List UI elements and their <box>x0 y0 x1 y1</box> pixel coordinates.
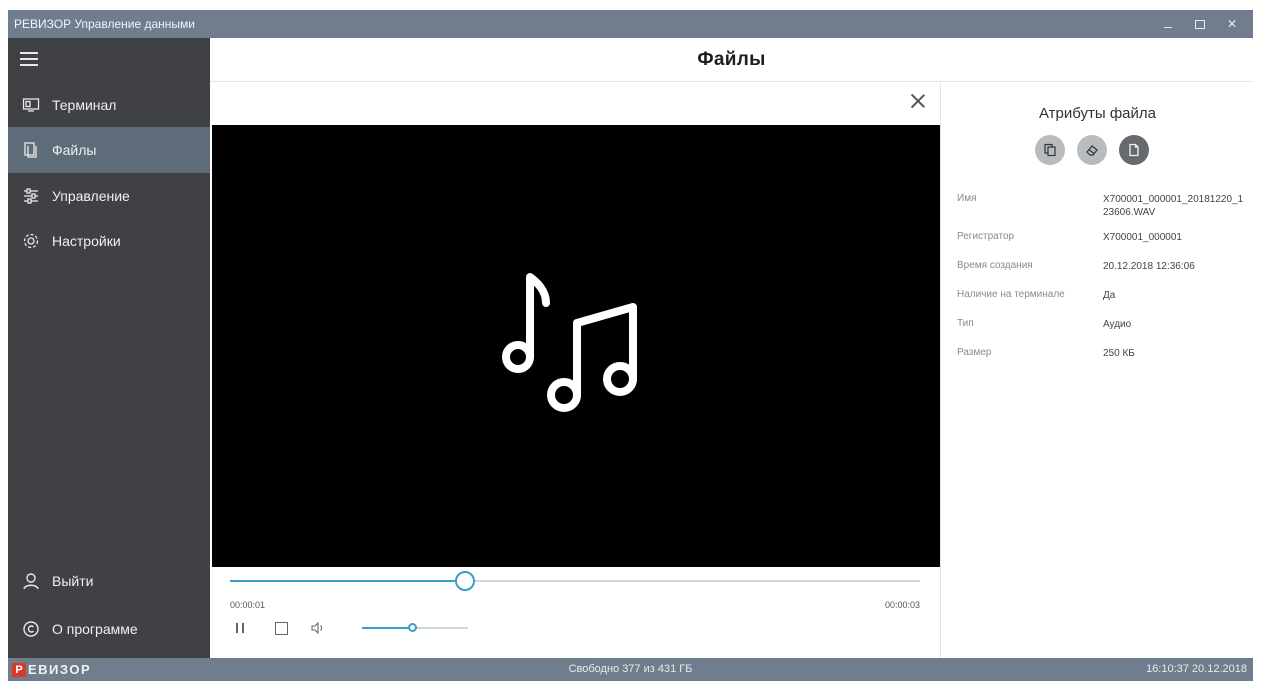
pause-icon[interactable] <box>234 619 246 637</box>
close-window-icon[interactable]: ✕ <box>1225 17 1239 31</box>
seek-progress <box>230 580 465 582</box>
sidebar-item-about[interactable]: О программе <box>8 606 210 652</box>
sidebar-item-label: Файлы <box>52 142 97 158</box>
attribute-value: X700001_000001 <box>1103 232 1182 243</box>
attribute-row: Размер 250 КБ <box>957 347 1247 360</box>
sliders-icon <box>22 187 40 205</box>
attribute-row: Имя X700001_000001_20181220_123606.WAV <box>957 193 1247 219</box>
volume-thumb[interactable] <box>408 623 418 632</box>
sidebar-item-files[interactable]: Файлы <box>8 127 210 173</box>
attribute-key: Регистратор <box>957 231 1015 242</box>
maximize-icon[interactable] <box>1193 17 1207 31</box>
attribute-actions <box>1035 135 1149 165</box>
attributes-title: Атрибуты файла <box>1038 105 1156 122</box>
sidebar-item-logout[interactable]: Выйти <box>8 558 210 604</box>
sidebar-item-settings[interactable]: Настройки <box>8 218 210 264</box>
volume-icon[interactable] <box>310 619 326 637</box>
music-notes-icon <box>502 273 637 412</box>
attribute-key: Размер <box>957 347 992 358</box>
files-icon <box>22 141 40 159</box>
revizor-logo: Р ЕВИЗОР <box>12 661 91 678</box>
seek-slider[interactable] <box>230 571 920 591</box>
gear-icon <box>22 232 40 250</box>
volume-level <box>362 627 413 629</box>
window-title: РЕВИЗОР Управление данными <box>14 17 195 31</box>
close-icon[interactable] <box>910 93 926 109</box>
user-icon <box>22 572 40 590</box>
seek-thumb[interactable] <box>454 571 475 591</box>
status-datetime: 16:10:37 20.12.2018 <box>1146 663 1247 675</box>
attribute-value: 20.12.2018 12:36:06 <box>1103 261 1195 272</box>
attribute-row: Наличие на терминале Да <box>957 289 1247 302</box>
total-time: 00:00:03 <box>884 600 920 610</box>
attribute-value: Аудио <box>1103 319 1132 330</box>
main-header: Файлы <box>210 38 1253 82</box>
attribute-row: Время создания 20.12.2018 12:36:06 <box>957 260 1247 273</box>
media-player: 00:00:01 00:00:03 <box>212 83 940 658</box>
logo-text: ЕВИЗОР <box>28 662 92 677</box>
attribute-key: Имя <box>957 193 977 204</box>
window-controls: ✕ <box>1161 17 1253 31</box>
sidebar: Терминал Файлы Управление Настройки Выйт… <box>8 38 210 658</box>
current-time: 00:00:01 <box>230 600 266 610</box>
terminal-icon <box>22 96 40 114</box>
attribute-value: X700001_000001_20181220_123606.WAV <box>1103 194 1244 218</box>
volume-slider[interactable] <box>362 623 468 632</box>
attribute-row: Регистратор X700001_000001 <box>957 231 1247 244</box>
attribute-value: 250 КБ <box>1103 348 1135 359</box>
free-space-status: Свободно 377 из 431 ГБ <box>568 663 693 675</box>
sidebar-item-label: Настройки <box>52 233 121 249</box>
logo-mark: Р <box>12 662 26 677</box>
status-bar: Свободно 377 из 431 ГБ Р ЕВИЗОР 16:10:37… <box>8 658 1253 681</box>
copy-button[interactable] <box>1035 135 1065 165</box>
minimize-icon[interactable] <box>1161 17 1175 31</box>
sidebar-item-label: Управление <box>52 188 130 204</box>
sidebar-item-label: Терминал <box>52 97 117 113</box>
sidebar-item-label: О программе <box>52 621 138 637</box>
sidebar-item-terminal[interactable]: Терминал <box>8 82 210 128</box>
media-display[interactable] <box>212 125 940 567</box>
sidebar-item-label: Выйти <box>52 573 94 589</box>
attribute-key: Тип <box>957 318 974 329</box>
attribute-key: Время создания <box>957 260 1033 271</box>
attribute-row: Тип Аудио <box>957 318 1247 331</box>
attribute-value: Да <box>1103 290 1116 301</box>
copyright-icon <box>22 620 40 638</box>
page-title: Файлы <box>697 48 766 70</box>
sidebar-item-control[interactable]: Управление <box>8 173 210 219</box>
stop-icon[interactable] <box>274 619 288 637</box>
title-bar: РЕВИЗОР Управление данными ✕ <box>8 10 1253 38</box>
erase-button[interactable] <box>1077 135 1107 165</box>
hamburger-menu-icon[interactable] <box>20 52 38 66</box>
export-button[interactable] <box>1119 135 1149 165</box>
file-attributes-panel: Атрибуты файла Имя X700001_000001_201812… <box>940 83 1253 658</box>
attribute-key: Наличие на терминале <box>957 289 1065 300</box>
